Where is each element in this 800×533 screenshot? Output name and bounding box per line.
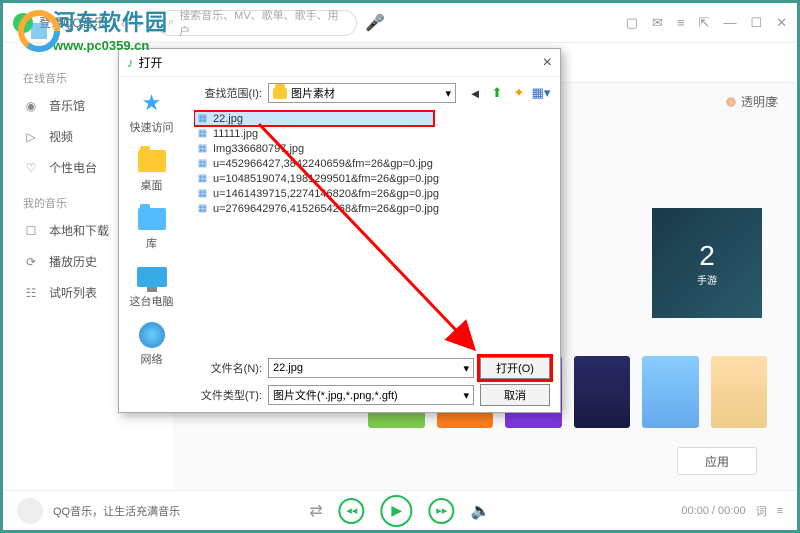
skin-icon[interactable]: ▢ [626, 15, 638, 31]
transparency-control[interactable]: 透明度 [726, 93, 777, 110]
file-item[interactable]: ▦u=1461439715,2274146820&fm=26&gp=0.jpg [194, 186, 550, 201]
search-placeholder: 搜索音乐、MV、歌单、歌手、用户 [179, 7, 346, 39]
skin-preview-large[interactable]: 2手游 [652, 208, 762, 318]
globe-icon [139, 322, 165, 348]
file-item[interactable]: ▦Img336680797.jpg [194, 141, 550, 156]
folder-icon [138, 150, 166, 172]
trial-icon: ☷ [23, 286, 39, 300]
mini-icon[interactable]: ⇱ [699, 15, 710, 31]
history-icon: ⟳ [23, 255, 39, 269]
nav-back-icon[interactable]: ‹ [121, 15, 126, 31]
filetype-label: 文件类型(T): [194, 387, 262, 403]
play-button[interactable]: ▶ [381, 495, 413, 527]
image-file-icon: ▦ [196, 157, 209, 170]
place-desktop[interactable]: 桌面 [119, 141, 184, 199]
image-file-icon: ▦ [196, 127, 209, 140]
time-display: 00:00 / 00:00 [681, 505, 745, 517]
transparency-icon [726, 97, 736, 107]
image-file-icon: ▦ [196, 187, 209, 200]
filename-label: 文件名(N): [194, 360, 262, 376]
login-link[interactable]: 登录QQ音乐 [39, 14, 106, 31]
open-button[interactable]: 打开(O) [480, 357, 550, 379]
minimize-icon[interactable]: — [723, 15, 736, 31]
image-file-icon: ▦ [196, 112, 209, 125]
up-icon[interactable]: ⬆ [488, 84, 506, 102]
back-icon[interactable]: ◄ [466, 84, 484, 102]
titlebar: ♪ 登录QQ音乐 ‹ › ⌕ 搜索音乐、MV、歌单、歌手、用户 🎤 ▢ ✉ ≡ … [3, 3, 797, 43]
shuffle-icon[interactable]: ⇄ [309, 501, 322, 521]
library-icon [138, 208, 166, 230]
image-file-icon: ▦ [196, 202, 209, 215]
star-icon: ★ [137, 89, 167, 117]
place-network[interactable]: 网络 [119, 315, 184, 373]
cancel-button[interactable]: 取消 [480, 384, 550, 406]
file-list[interactable]: ▦22.jpg ▦11111.jpg ▦Img336680797.jpg ▦u=… [194, 109, 550, 351]
dialog-close-icon[interactable]: × [543, 54, 552, 72]
track-avatar[interactable] [17, 498, 43, 524]
dialog-title: 打开 [139, 54, 163, 71]
mic-icon[interactable]: 🎤 [365, 13, 385, 33]
radio-icon: ♡ [23, 161, 39, 175]
image-file-icon: ▦ [196, 142, 209, 155]
msg-icon[interactable]: ✉ [652, 15, 663, 31]
file-item[interactable]: ▦u=1048519074,1981299501&fm=26&gp=0.jpg [194, 171, 550, 186]
video-icon: ▷ [23, 130, 39, 144]
file-item[interactable]: ▦11111.jpg [194, 126, 550, 141]
places-bar: ★快速访问 桌面 库 这台电脑 网络 [119, 77, 184, 412]
search-icon: ⌕ [168, 16, 174, 29]
dialog-titlebar: ♪ 打开 × [119, 49, 560, 77]
apply-button[interactable]: 应用 [677, 447, 757, 475]
thumb-5[interactable] [642, 356, 699, 428]
image-file-icon: ▦ [196, 172, 209, 185]
next-button[interactable]: ▸▸ [429, 498, 455, 524]
lyric-button[interactable]: 词 [756, 503, 767, 519]
view-icon[interactable]: ▦▾ [532, 84, 550, 102]
place-library[interactable]: 库 [119, 199, 184, 257]
look-in-combo[interactable]: 图片素材 ▾ [268, 83, 456, 103]
close-app-icon[interactable]: ✕ [776, 15, 787, 31]
monitor-icon [137, 267, 167, 287]
local-icon: ☐ [23, 224, 39, 238]
player-slogan: QQ音乐，让生活充满音乐 [53, 503, 180, 519]
file-item[interactable]: ▦u=2769642976,4152654268&fm=26&gp=0.jpg [194, 201, 550, 216]
prev-button[interactable]: ◂◂ [339, 498, 365, 524]
dialog-icon: ♪ [127, 55, 134, 70]
nav-forward-icon[interactable]: › [137, 15, 142, 31]
look-in-label: 查找范围(I): [194, 85, 262, 101]
logo-icon: ♪ [13, 13, 33, 33]
place-this-pc[interactable]: 这台电脑 [119, 257, 184, 315]
volume-icon[interactable]: 🔈 [471, 501, 491, 521]
file-open-dialog: ♪ 打开 × ★快速访问 桌面 库 这台电脑 网络 查找范围(I): 图片素材 … [118, 48, 561, 413]
app-logo: ♪ 登录QQ音乐 [13, 13, 106, 33]
menu-icon[interactable]: ≡ [677, 15, 685, 31]
new-folder-icon[interactable]: ✦ [510, 84, 528, 102]
filetype-combo[interactable]: 图片文件(*.jpg,*.png,*.gft)▾ [268, 385, 474, 405]
music-hall-icon: ◉ [23, 99, 39, 113]
playlist-icon[interactable]: ≡ [777, 505, 783, 517]
file-item[interactable]: ▦22.jpg [194, 111, 434, 126]
folder-small-icon [273, 88, 287, 99]
thumb-6[interactable] [711, 356, 768, 428]
file-item[interactable]: ▦u=452966427,3842240659&fm=26&gp=0.jpg [194, 156, 550, 171]
filename-input[interactable]: 22.jpg▾ [268, 358, 474, 378]
place-quick-access[interactable]: ★快速访问 [119, 83, 184, 141]
maximize-icon[interactable]: ☐ [750, 15, 762, 31]
search-input[interactable]: ⌕ 搜索音乐、MV、歌单、歌手、用户 [157, 10, 357, 36]
thumb-4[interactable] [574, 356, 631, 428]
player-bar: QQ音乐，让生活充满音乐 ⇄ ◂◂ ▶ ▸▸ 🔈 00:00 / 00:00 词… [3, 490, 797, 530]
